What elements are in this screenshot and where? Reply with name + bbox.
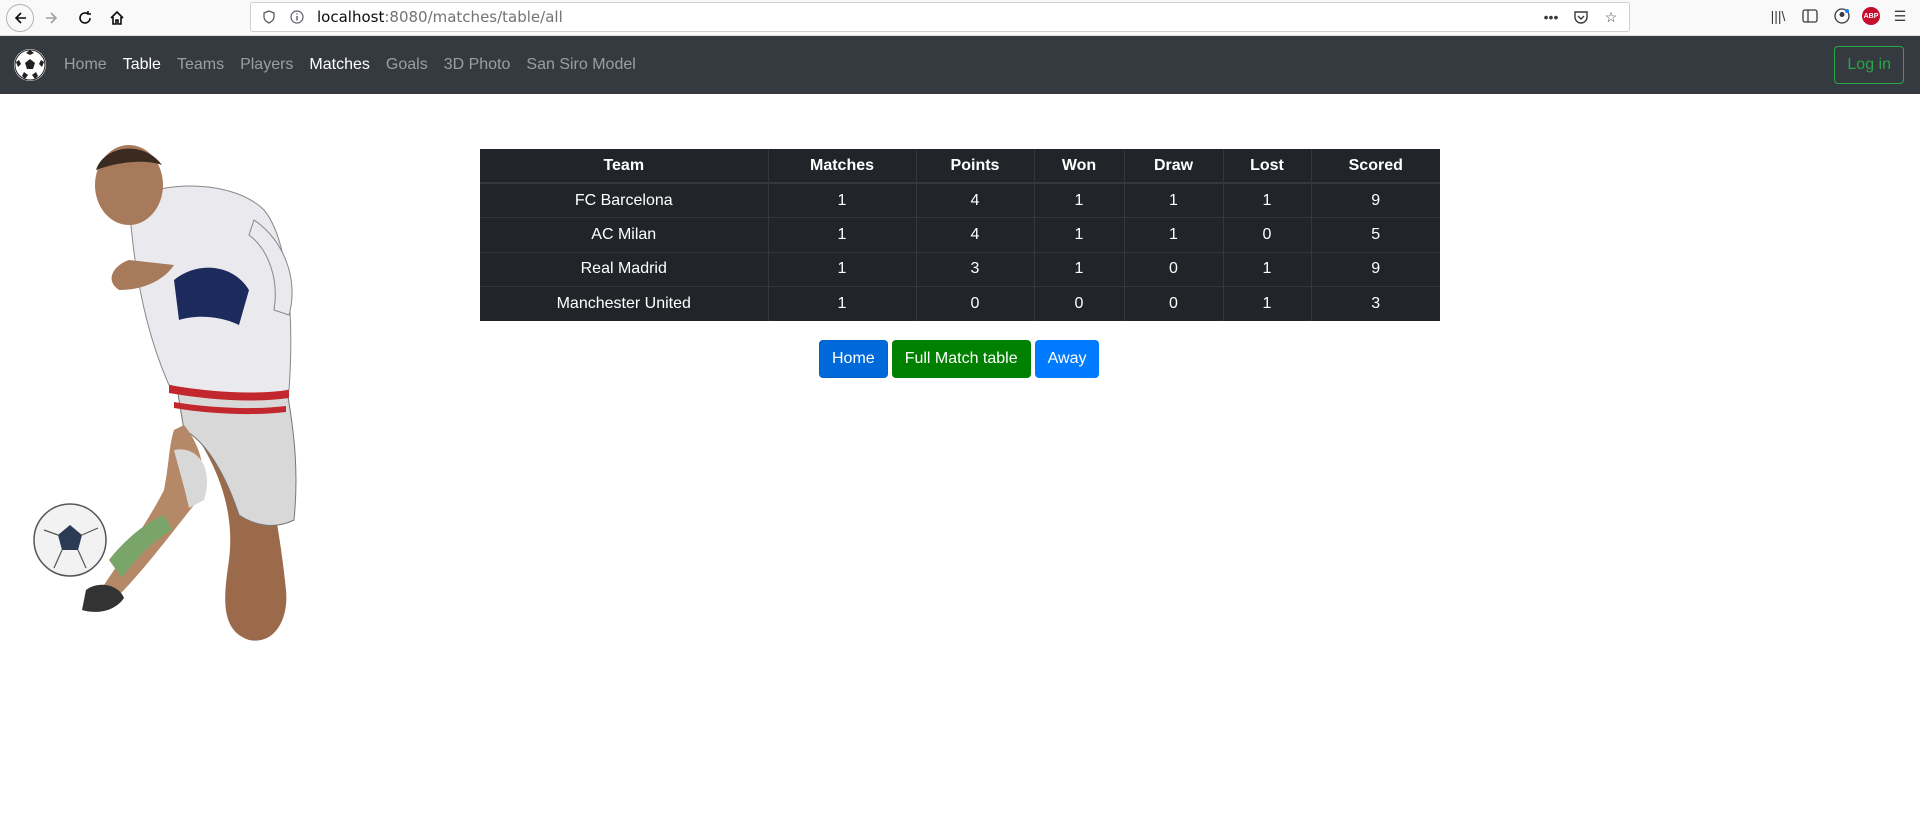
col-won[interactable]: Won bbox=[1034, 149, 1125, 184]
info-icon[interactable] bbox=[287, 7, 307, 27]
team-cell: Manchester United bbox=[480, 286, 769, 321]
scored-cell: 9 bbox=[1311, 251, 1440, 287]
bookmark-star-icon[interactable]: ☆ bbox=[1601, 7, 1621, 27]
shield-icon[interactable] bbox=[259, 7, 279, 27]
browser-toolbar: localhost:8080/matches/table/all ••• ☆ |… bbox=[0, 0, 1920, 36]
reload-icon[interactable] bbox=[71, 4, 99, 32]
matches-cell: 1 bbox=[768, 182, 917, 218]
table-header-row: Team Matches Points Won Draw Lost Scored bbox=[480, 149, 1440, 184]
col-matches[interactable]: Matches bbox=[768, 149, 917, 184]
sidebar-icon[interactable] bbox=[1798, 4, 1822, 28]
draw-cell: 1 bbox=[1124, 217, 1224, 252]
nav-teams[interactable]: Teams bbox=[169, 56, 232, 74]
back-arrow-icon[interactable] bbox=[6, 4, 34, 32]
nav-goals[interactable]: Goals bbox=[378, 56, 436, 74]
points-cell: 0 bbox=[916, 286, 1035, 321]
pocket-icon[interactable] bbox=[1571, 7, 1591, 27]
table-row: FC Barcelona 1 4 1 1 1 9 bbox=[480, 182, 1440, 218]
login-button[interactable]: Log in bbox=[1834, 46, 1904, 84]
nav-san-siro-model[interactable]: San Siro Model bbox=[518, 56, 643, 74]
won-cell: 1 bbox=[1034, 182, 1125, 218]
nav-matches[interactable]: Matches bbox=[301, 56, 377, 74]
url-actions: ••• ☆ bbox=[1541, 7, 1621, 27]
lost-cell: 0 bbox=[1223, 217, 1312, 252]
url-bar[interactable]: localhost:8080/matches/table/all ••• ☆ bbox=[250, 2, 1630, 32]
team-cell: FC Barcelona bbox=[480, 182, 769, 218]
table-filter-buttons: Home Full Match table Away bbox=[819, 340, 1100, 378]
table-row: AC Milan 1 4 1 1 0 5 bbox=[480, 217, 1440, 252]
scored-cell: 9 bbox=[1311, 182, 1440, 218]
menu-icon[interactable]: ☰ bbox=[1888, 4, 1912, 28]
away-matches-button[interactable]: Away bbox=[1034, 340, 1100, 378]
col-draw[interactable]: Draw bbox=[1124, 149, 1224, 184]
col-scored[interactable]: Scored bbox=[1311, 149, 1440, 184]
won-cell: 1 bbox=[1034, 251, 1125, 287]
table-row: Manchester United 1 0 0 0 1 3 bbox=[480, 286, 1440, 321]
home-matches-button[interactable]: Home bbox=[819, 340, 888, 378]
forward-arrow-icon[interactable] bbox=[38, 4, 66, 32]
draw-cell: 0 bbox=[1124, 286, 1224, 321]
nav-3d-photo[interactable]: 3D Photo bbox=[436, 56, 519, 74]
adblock-icon[interactable]: ABP bbox=[1862, 7, 1880, 25]
scored-cell: 5 bbox=[1311, 217, 1440, 252]
scored-cell: 3 bbox=[1311, 286, 1440, 321]
url-text: localhost:8080/matches/table/all bbox=[317, 8, 563, 26]
points-cell: 4 bbox=[916, 217, 1035, 252]
standings-table: Team Matches Points Won Draw Lost Scored… bbox=[480, 149, 1440, 321]
draw-cell: 1 bbox=[1124, 182, 1224, 218]
url-path: :8080/matches/table/all bbox=[384, 8, 563, 26]
table-row: Real Madrid 1 3 1 0 1 9 bbox=[480, 251, 1440, 287]
nav-links: Home Table Teams Players Matches Goals 3… bbox=[56, 56, 644, 74]
url-host: localhost bbox=[317, 8, 385, 26]
draw-cell: 0 bbox=[1124, 251, 1224, 287]
full-match-table-button[interactable]: Full Match table bbox=[891, 340, 1031, 378]
home-icon[interactable] bbox=[103, 4, 131, 32]
col-team[interactable]: Team bbox=[480, 149, 769, 184]
lost-cell: 1 bbox=[1223, 251, 1312, 287]
lost-cell: 1 bbox=[1223, 286, 1312, 321]
soccer-ball-icon[interactable] bbox=[14, 49, 46, 81]
team-cell: AC Milan bbox=[480, 217, 769, 252]
won-cell: 0 bbox=[1034, 286, 1125, 321]
matches-cell: 1 bbox=[768, 217, 917, 252]
matches-cell: 1 bbox=[768, 286, 917, 321]
points-cell: 3 bbox=[916, 251, 1035, 287]
more-icon[interactable]: ••• bbox=[1541, 7, 1561, 27]
nav-home[interactable]: Home bbox=[56, 56, 115, 74]
matches-cell: 1 bbox=[768, 251, 917, 287]
toolbar-right: |||\ ABP ☰ bbox=[1766, 4, 1920, 28]
account-icon[interactable] bbox=[1830, 4, 1854, 28]
col-points[interactable]: Points bbox=[916, 149, 1035, 184]
points-cell: 4 bbox=[916, 182, 1035, 218]
team-cell: Real Madrid bbox=[480, 251, 769, 287]
app-navbar: Home Table Teams Players Matches Goals 3… bbox=[0, 36, 1920, 94]
nav-table[interactable]: Table bbox=[115, 56, 169, 74]
lost-cell: 1 bbox=[1223, 182, 1312, 218]
library-icon[interactable]: |||\ bbox=[1766, 4, 1790, 28]
col-lost[interactable]: Lost bbox=[1223, 149, 1312, 184]
won-cell: 1 bbox=[1034, 217, 1125, 252]
football-player-image bbox=[24, 140, 324, 645]
nav-players[interactable]: Players bbox=[232, 56, 301, 74]
